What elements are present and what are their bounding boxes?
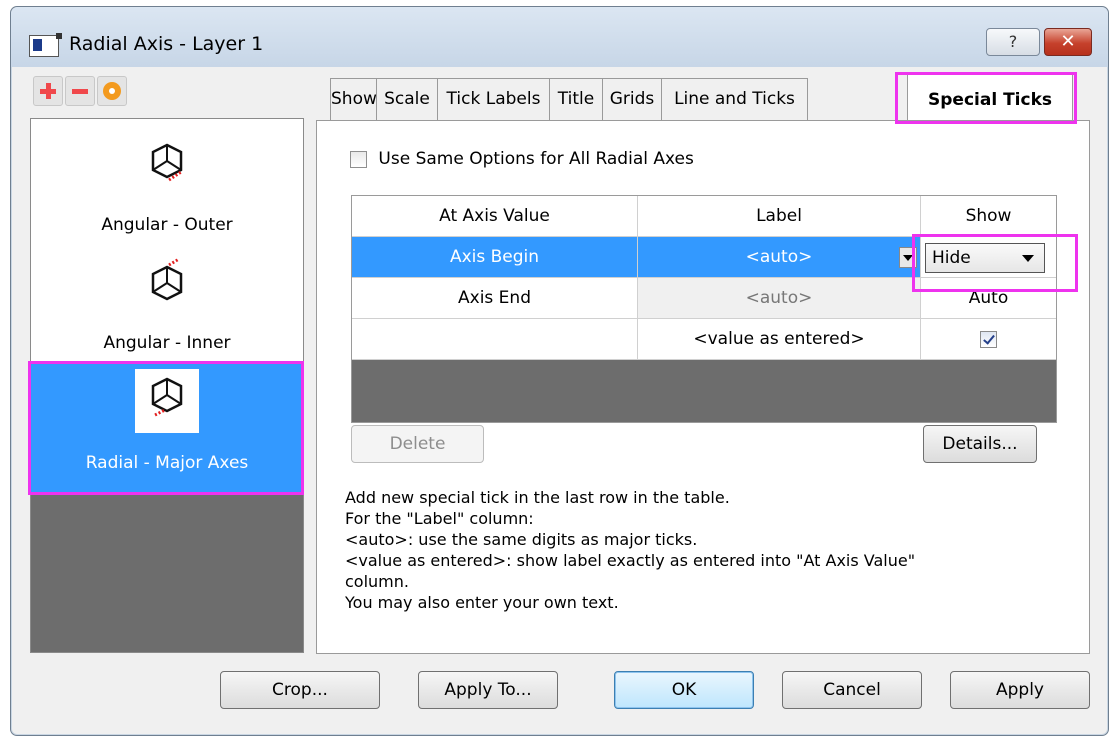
- label-cell-text: <auto>: [745, 247, 813, 267]
- axis-options-button[interactable]: [97, 76, 127, 106]
- details-button[interactable]: Details...: [923, 425, 1037, 463]
- table-row[interactable]: <value as entered>: [352, 319, 1056, 360]
- tab-scale[interactable]: Scale: [376, 78, 438, 120]
- help-line: For the "Label" column:: [345, 509, 534, 528]
- tab-line-and-ticks[interactable]: Line and Ticks: [661, 78, 808, 120]
- cube-inner-axis-icon: [151, 257, 183, 301]
- chevron-down-icon[interactable]: [899, 247, 917, 268]
- app-icon: [29, 33, 62, 57]
- add-axis-button[interactable]: [33, 76, 63, 106]
- label-cell[interactable]: <auto>: [638, 278, 921, 319]
- help-line: column.: [345, 572, 409, 591]
- axis-item-angular-outer[interactable]: Angular - Outer: [31, 119, 303, 241]
- cube-radial-axis-icon: [151, 377, 183, 417]
- special-ticks-panel: Use Same Options for All Radial Axes At …: [316, 120, 1090, 654]
- apply-button[interactable]: Apply: [950, 671, 1090, 709]
- table-row[interactable]: Axis Begin <auto> Hide: [352, 237, 1056, 278]
- column-header: Label: [638, 196, 921, 237]
- help-text: Add new special tick in the last row in …: [345, 487, 1065, 613]
- show-cell[interactable]: Hide: [921, 237, 1056, 278]
- same-options-row[interactable]: Use Same Options for All Radial Axes: [350, 149, 694, 169]
- help-line: Add new special tick in the last row in …: [345, 488, 730, 507]
- tab-special-ticks[interactable]: Special Ticks: [907, 74, 1073, 121]
- help-line: <value as entered>: show label exactly a…: [345, 551, 916, 570]
- axis-item-label: Angular - Outer: [101, 215, 233, 235]
- title-bar[interactable]: Radial Axis - Layer 1 ? ✕: [11, 7, 1108, 67]
- window-title: Radial Axis - Layer 1: [69, 33, 264, 55]
- show-checkbox[interactable]: [980, 330, 997, 348]
- cube-outer-axis-icon: [151, 143, 183, 182]
- axis-item-radial-major[interactable]: Radial - Major Axes: [31, 361, 303, 495]
- help-button[interactable]: ?: [986, 28, 1040, 56]
- help-line: You may also enter your own text.: [345, 593, 619, 612]
- axis-list[interactable]: Angular - Outer Angular - Inner Radial -…: [30, 118, 304, 653]
- close-button[interactable]: ✕: [1044, 28, 1092, 56]
- tab-tick-labels[interactable]: Tick Labels: [437, 78, 550, 120]
- same-options-checkbox[interactable]: [350, 150, 367, 168]
- apply-to-button[interactable]: Apply To...: [418, 671, 558, 709]
- help-line: <auto>: use the same digits as major tic…: [345, 530, 698, 549]
- selected-icon-frame: [135, 369, 199, 433]
- same-options-label: Use Same Options for All Radial Axes: [378, 149, 694, 169]
- axis-value-cell[interactable]: [352, 319, 638, 360]
- tab-grids[interactable]: Grids: [602, 78, 662, 120]
- cancel-button[interactable]: Cancel: [782, 671, 922, 709]
- label-cell[interactable]: <value as entered>: [638, 319, 921, 360]
- label-cell[interactable]: <auto>: [638, 237, 921, 278]
- column-header: Show: [921, 196, 1056, 237]
- axis-value-cell[interactable]: Axis End: [352, 278, 638, 319]
- axis-item-label: Radial - Major Axes: [85, 453, 249, 473]
- remove-axis-button[interactable]: [65, 76, 95, 106]
- table-row[interactable]: Axis End <auto> Auto: [352, 278, 1056, 319]
- show-cell[interactable]: Auto: [921, 278, 1056, 319]
- special-ticks-table[interactable]: At Axis Value Label Show Axis Begin <aut…: [351, 195, 1057, 423]
- delete-button[interactable]: Delete: [351, 425, 484, 463]
- column-header: At Axis Value: [352, 196, 638, 237]
- axis-item-label: Angular - Inner: [103, 333, 231, 353]
- tab-title[interactable]: Title: [549, 78, 603, 120]
- crop-button[interactable]: Crop...: [220, 671, 380, 709]
- table-header: At Axis Value Label Show: [352, 196, 1056, 237]
- show-cell[interactable]: [921, 319, 1056, 360]
- ok-button[interactable]: OK: [614, 671, 754, 709]
- tab-show[interactable]: Show: [330, 78, 377, 120]
- show-dropdown[interactable]: Hide: [925, 243, 1045, 273]
- axis-item-angular-inner[interactable]: Angular - Inner: [31, 241, 303, 361]
- axis-value-cell[interactable]: Axis Begin: [352, 237, 638, 278]
